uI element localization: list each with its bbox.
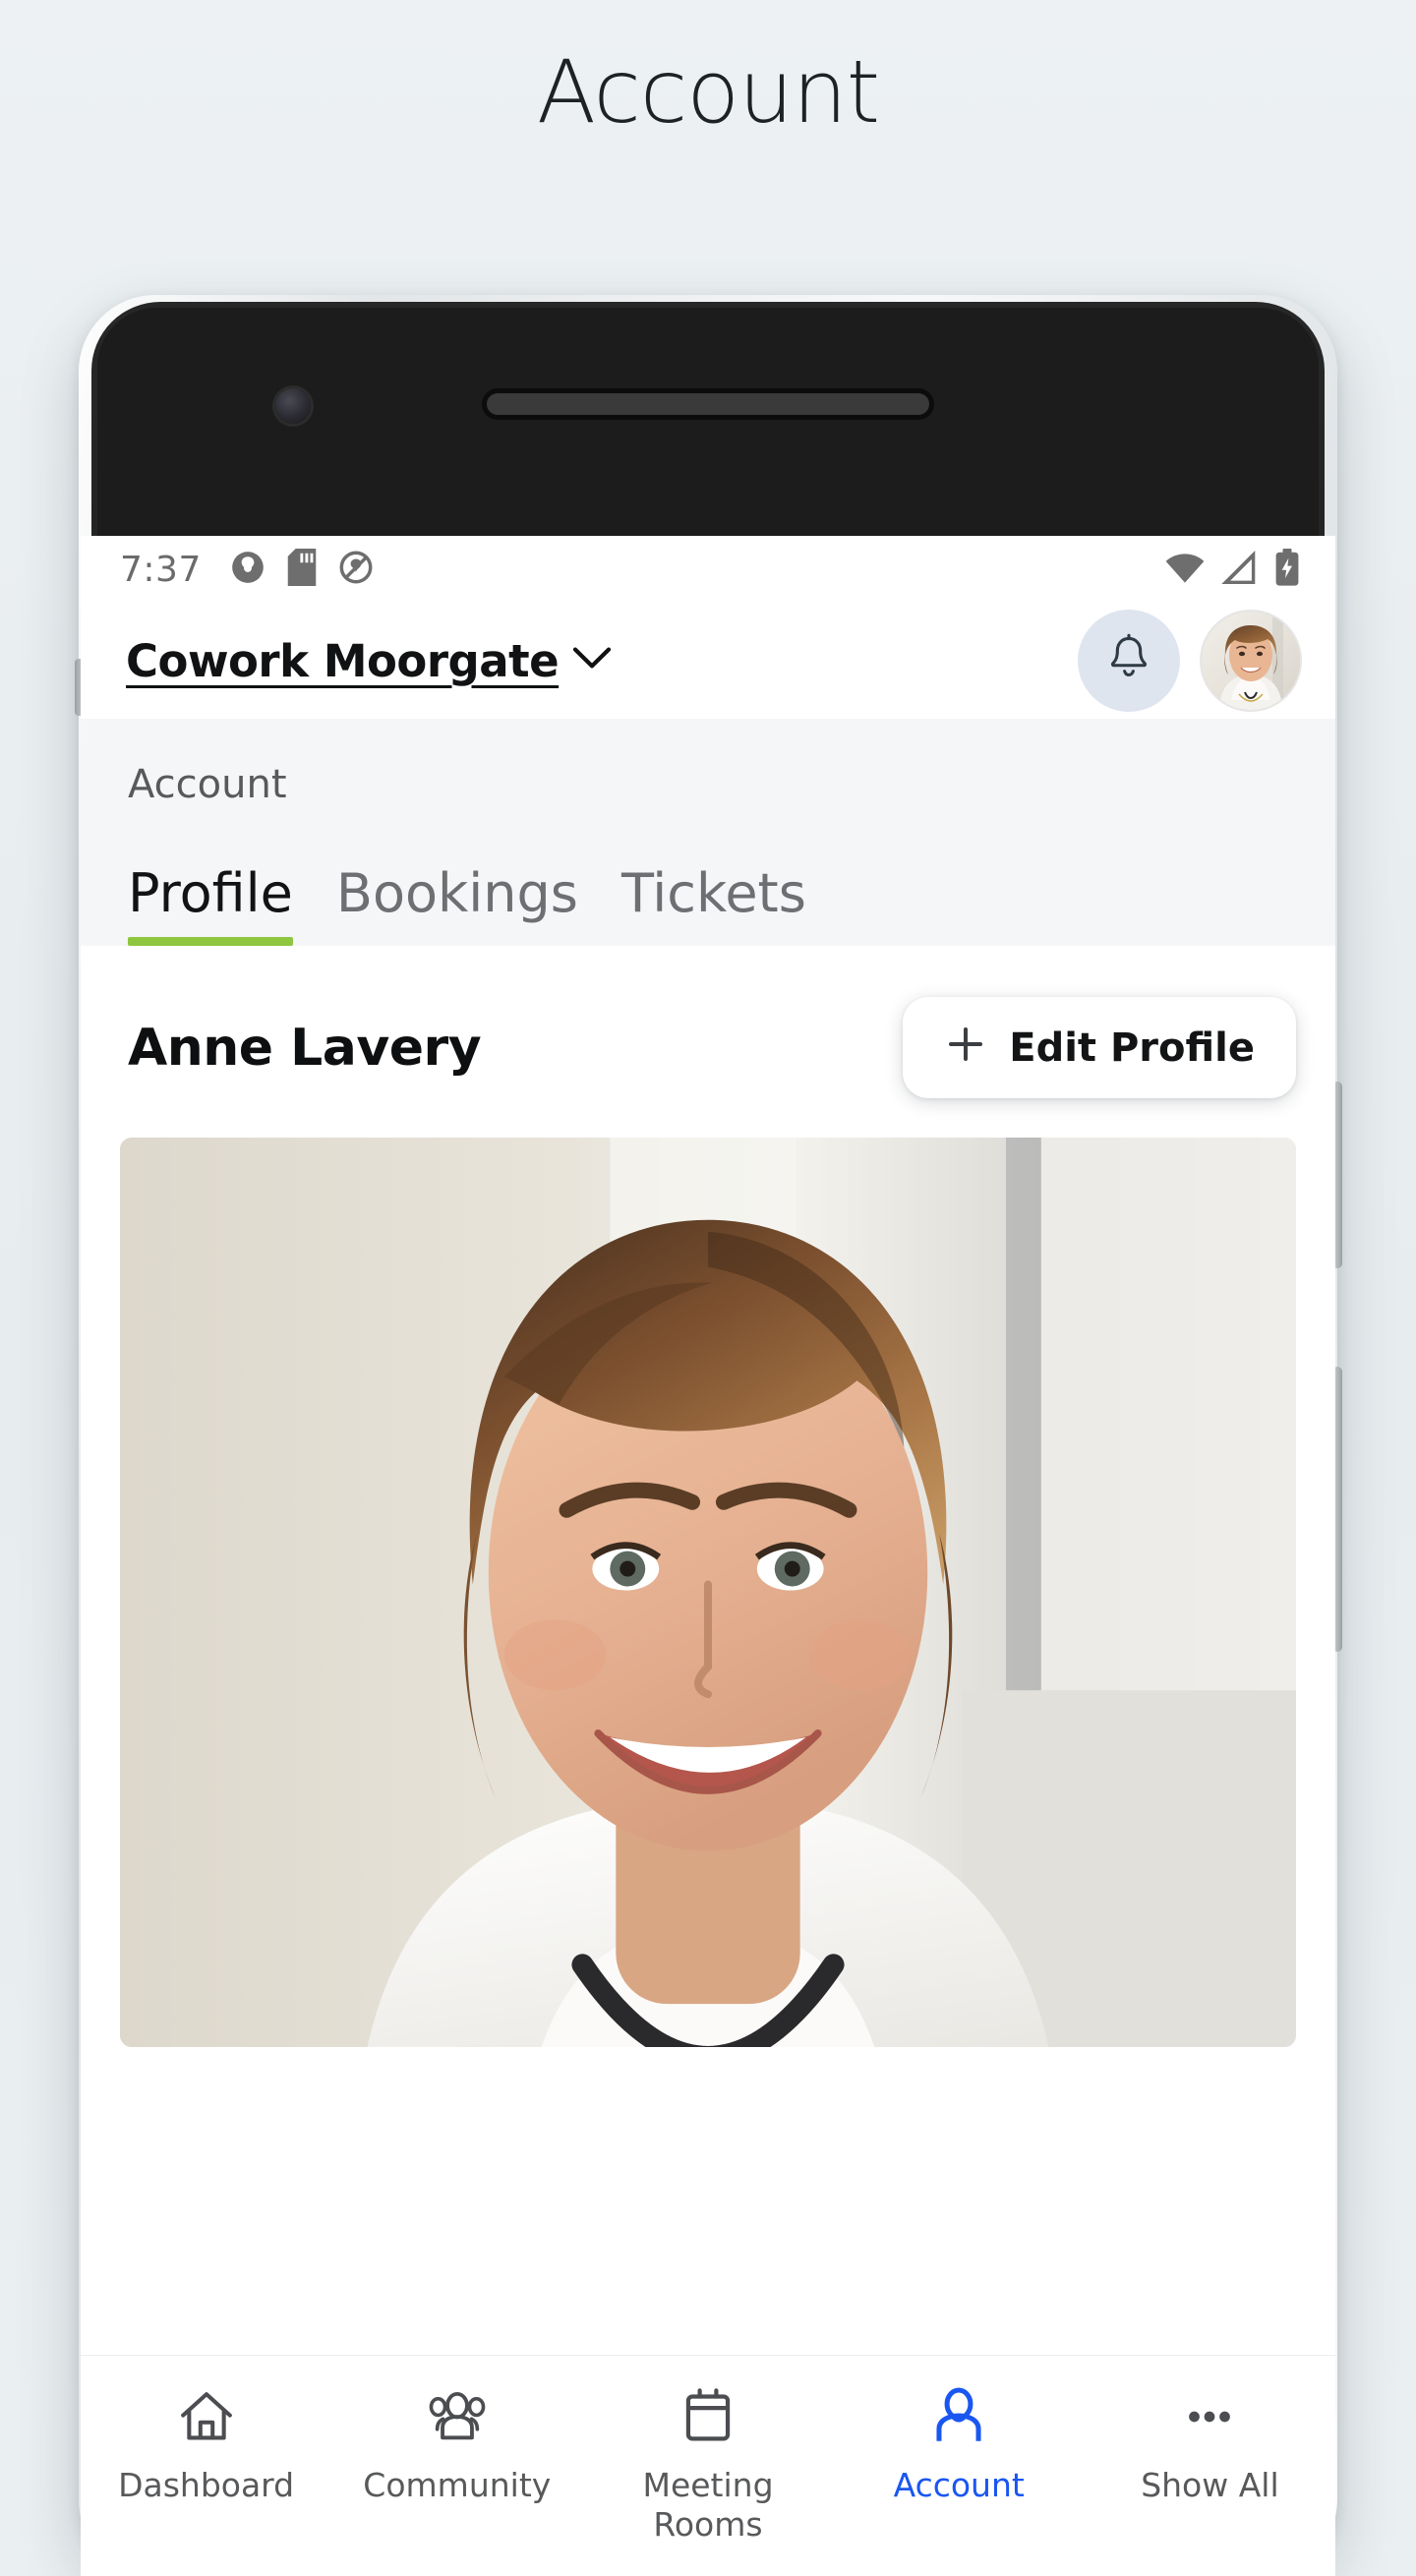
chevron-down-icon <box>572 646 612 676</box>
nav-item-account[interactable]: Account <box>834 2383 1085 2505</box>
nav-label-meeting-rooms: Meeting Rooms <box>642 2466 774 2545</box>
front-camera <box>275 388 311 424</box>
tab-bookings[interactable]: Bookings <box>336 862 606 946</box>
nav-label-dashboard: Dashboard <box>118 2466 295 2504</box>
venue-selector[interactable]: Cowork Moorgate <box>126 635 612 687</box>
nav-item-community[interactable]: Community <box>331 2383 582 2505</box>
phone-screen: 7:37 Cowork Moorgate Account Profile Boo… <box>81 536 1335 2576</box>
account-section-band: Account Profile Bookings Tickets <box>81 719 1335 946</box>
profile-name: Anne Lavery <box>128 1018 482 1078</box>
tab-profile[interactable]: Profile <box>128 862 321 946</box>
status-bar-clock: 7:37 <box>120 549 202 590</box>
tab-tickets[interactable]: Tickets <box>621 862 834 946</box>
more-icon <box>1179 2383 1240 2450</box>
battery-charging-icon <box>1274 548 1300 591</box>
nav-label-community: Community <box>363 2466 552 2504</box>
profile-photo[interactable] <box>120 1138 1296 2047</box>
notifications-button[interactable] <box>1078 610 1180 712</box>
avatar[interactable] <box>1200 610 1302 712</box>
nav-label-show-all: Show All <box>1141 2466 1279 2504</box>
cellular-signal-icon <box>1221 550 1259 589</box>
profile-header: Anne Lavery Edit Profile <box>81 946 1335 1138</box>
home-icon <box>176 2383 237 2450</box>
circle-q-icon <box>337 549 375 591</box>
calendar-icon <box>680 2383 736 2450</box>
bottom-navigation: Dashboard Community Meeting Rooms Accoun… <box>81 2355 1335 2576</box>
app-header: Cowork Moorgate <box>81 603 1335 719</box>
edit-profile-button[interactable]: Edit Profile <box>903 997 1296 1098</box>
wifi-icon <box>1164 551 1206 589</box>
status-bar: 7:37 <box>81 536 1335 603</box>
profile-photo-container <box>81 1138 1335 2047</box>
bell-icon <box>1102 632 1155 690</box>
plus-icon <box>944 1023 987 1073</box>
nav-item-show-all[interactable]: Show All <box>1085 2383 1335 2505</box>
edit-profile-label: Edit Profile <box>1009 1025 1255 1071</box>
earpiece-speaker <box>487 393 929 415</box>
page-title: Account <box>536 41 880 143</box>
status-bar-notification-icons <box>229 548 375 591</box>
phone-mockup: 7:37 Cowork Moorgate Account Profile Boo… <box>75 295 1342 2576</box>
sd-card-icon <box>286 548 318 591</box>
section-label: Account <box>128 762 287 807</box>
tab-bar: Profile Bookings Tickets <box>81 807 1335 946</box>
status-bar-system-icons <box>1164 548 1300 591</box>
people-icon <box>424 2383 491 2450</box>
app-circle-icon <box>229 549 266 591</box>
venue-name: Cowork Moorgate <box>126 634 560 687</box>
nav-label-account: Account <box>893 2466 1025 2504</box>
nav-item-dashboard[interactable]: Dashboard <box>81 2383 331 2505</box>
nav-item-meeting-rooms[interactable]: Meeting Rooms <box>582 2383 833 2546</box>
person-icon <box>930 2383 987 2450</box>
